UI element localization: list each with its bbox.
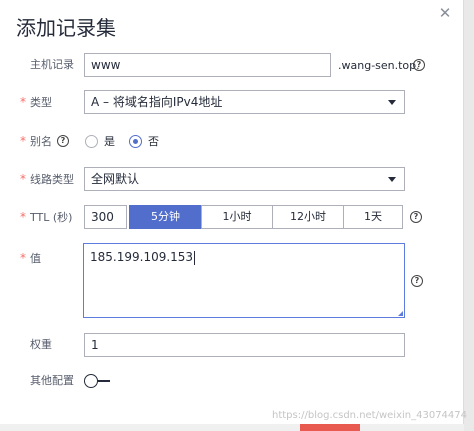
required-mark: *	[20, 134, 26, 148]
chevron-down-icon	[388, 177, 396, 182]
ttl-preset-1day[interactable]: 1天	[343, 205, 403, 229]
resize-handle-icon[interactable]	[398, 311, 403, 316]
watermark: https://blog.csdn.net/weixin_43074474	[272, 410, 468, 421]
type-select[interactable]: A – 将域名指向IPv4地址	[84, 90, 405, 114]
alias-option-yes[interactable]: 是	[85, 133, 115, 149]
footer-bar	[0, 424, 464, 431]
ttl-preset-12hour[interactable]: 12小时	[272, 205, 344, 229]
value-label-text: 值	[30, 252, 41, 265]
ttl-preset-1hour[interactable]: 1小时	[201, 205, 273, 229]
ttl-preset-5min[interactable]: 5分钟	[129, 205, 202, 229]
alias-label-text: 别名	[30, 135, 52, 148]
confirm-button[interactable]	[300, 424, 360, 431]
weight-label: 权重	[30, 338, 52, 351]
other-config-label: 其他配置	[30, 374, 74, 387]
line-type-select-value: 全网默认	[91, 172, 140, 186]
required-mark: *	[20, 172, 26, 186]
ttl-help-icon[interactable]: ?	[410, 211, 422, 223]
text-caret	[194, 250, 196, 265]
required-mark: *	[20, 210, 26, 224]
line-type-label-text: 线路类型	[30, 173, 74, 186]
ttl-input[interactable]: 300	[84, 205, 127, 229]
alias-help-icon[interactable]: ?	[57, 135, 69, 147]
line-type-label: * 线路类型	[20, 169, 74, 189]
alias-option-no[interactable]: 否	[129, 133, 159, 149]
host-record-label: 主机记录	[30, 58, 74, 71]
line-type-select[interactable]: 全网默认	[84, 167, 405, 191]
alias-option-yes-label: 是	[104, 135, 115, 148]
record-value-textarea[interactable]: 185.199.109.153	[83, 243, 405, 318]
add-record-set-dialog: 添加记录集 ✕ 主机记录 www .wang-sen.top. ? * 类型 A …	[0, 0, 468, 431]
type-select-value: A – 将域名指向IPv4地址	[91, 95, 223, 109]
value-help-icon[interactable]: ?	[411, 275, 423, 287]
dialog-title: 添加记录集	[16, 16, 116, 40]
radio-button[interactable]	[85, 134, 98, 148]
toggle-knob	[84, 374, 98, 388]
alias-option-no-label: 否	[148, 135, 159, 148]
alias-label: * 别名	[20, 131, 52, 151]
required-mark: *	[20, 95, 26, 109]
type-label-text: 类型	[30, 96, 52, 109]
ttl-label-text: TTL (秒)	[30, 211, 73, 224]
chevron-down-icon	[388, 100, 396, 105]
weight-input[interactable]: 1	[84, 333, 405, 357]
other-config-toggle[interactable]	[84, 374, 110, 388]
type-label: * 类型	[20, 92, 52, 112]
value-label: * 值	[20, 248, 41, 268]
ttl-label: * TTL (秒)	[20, 207, 72, 227]
host-record-input[interactable]: www	[84, 53, 331, 77]
radio-button-checked[interactable]	[129, 134, 142, 148]
record-value-text: 185.199.109.153	[90, 250, 194, 264]
close-icon[interactable]: ✕	[436, 4, 454, 22]
domain-suffix: .wang-sen.top.	[338, 59, 420, 72]
required-mark: *	[20, 251, 26, 265]
host-help-icon[interactable]: ?	[413, 59, 425, 71]
